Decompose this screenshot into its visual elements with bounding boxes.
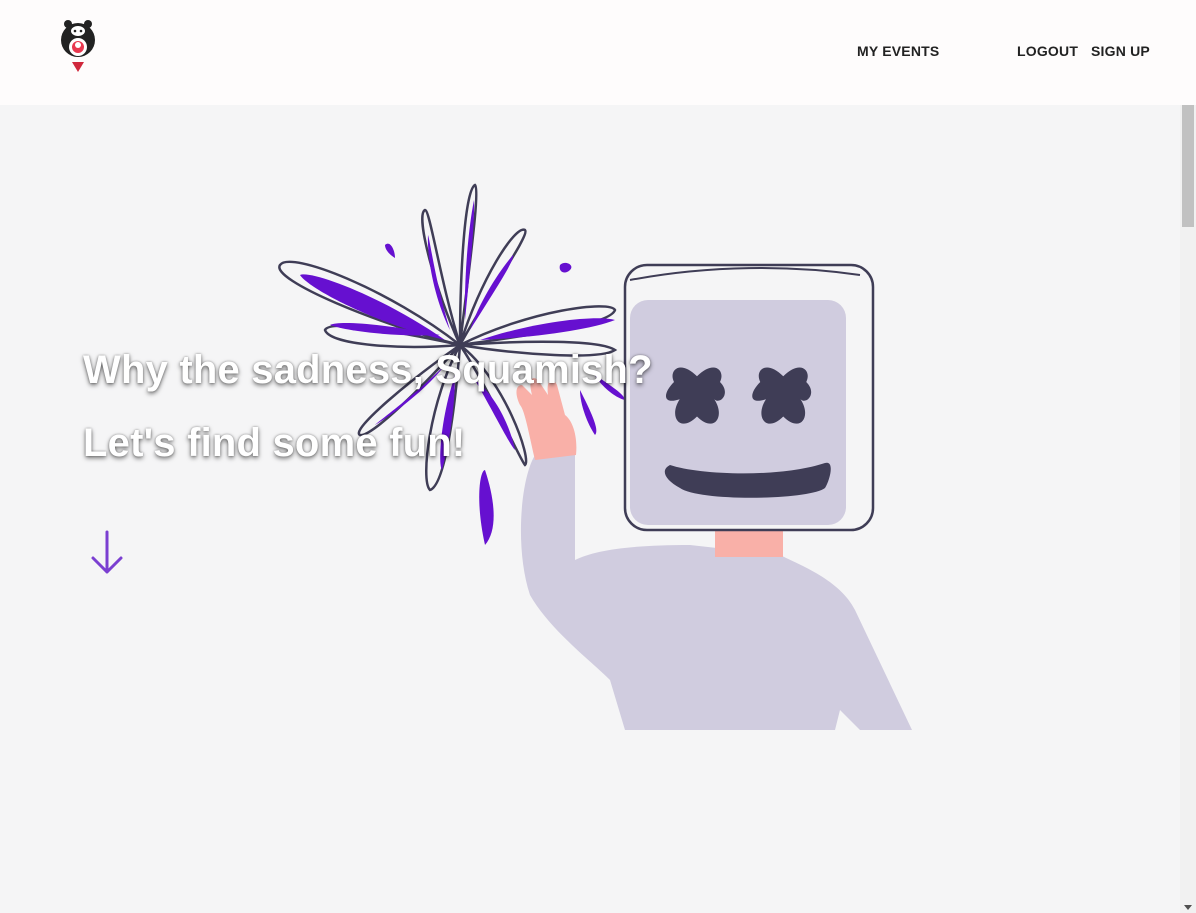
nav-my-events-link[interactable]: MY EVENTS [857, 43, 939, 59]
nav-logout-link[interactable]: LOGOUT [1017, 43, 1078, 59]
arrow-down-icon[interactable] [88, 530, 126, 578]
scroll-down-arrow-icon[interactable] [1184, 905, 1192, 910]
scrollbar-thumb[interactable] [1182, 105, 1194, 227]
hero-subheadline: Let's find some fun! [83, 421, 466, 465]
vertical-scrollbar[interactable] [1180, 105, 1196, 913]
hero-section: Why the sadness, Squamish? Let's find so… [0, 105, 1180, 913]
bear-logo-icon[interactable] [58, 18, 102, 74]
nav-sign-up-link[interactable]: SIGN UP [1091, 43, 1150, 59]
top-header: MY EVENTS LOGOUT SIGN UP [0, 0, 1196, 105]
hero-headline: Why the sadness, Squamish? [83, 348, 653, 392]
